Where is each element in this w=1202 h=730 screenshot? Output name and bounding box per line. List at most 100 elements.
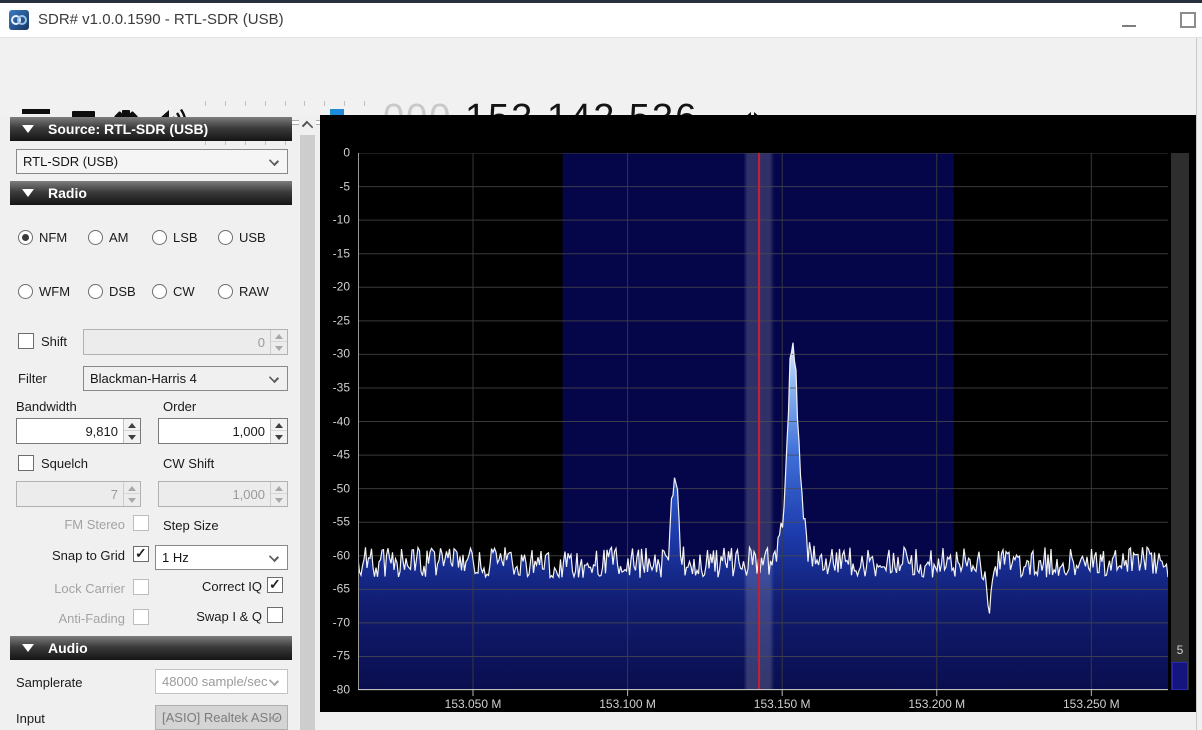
cw-shift-label: CW Shift	[163, 456, 215, 471]
app-icon	[9, 10, 29, 30]
spin-up-icon[interactable]	[124, 419, 140, 431]
radio-button-icon[interactable]	[152, 284, 167, 299]
db-tick-label: -80	[332, 682, 350, 697]
db-tick-label: -55	[332, 514, 350, 529]
snap-to-grid-label: Snap to Grid	[52, 548, 125, 563]
mode-radio-usb[interactable]: USB	[218, 230, 276, 247]
sidebar-scrollbar[interactable]	[299, 115, 316, 730]
order-spinner[interactable]	[270, 419, 287, 443]
lock-carrier-label: Lock Carrier	[54, 581, 125, 596]
filter-select[interactable]: Blackman-Harris 4	[83, 366, 288, 391]
mode-radio-cw[interactable]: CW	[152, 284, 204, 301]
shift-checkbox[interactable]	[18, 333, 34, 349]
chevron-down-icon	[268, 551, 280, 563]
correct-iq-checkbox[interactable]	[267, 576, 283, 593]
audio-input-select[interactable]: [ASIO] Realtek ASIO	[155, 705, 288, 730]
radio-button-icon[interactable]	[218, 284, 233, 299]
radio-button-icon[interactable]	[152, 230, 167, 245]
radio-button-icon[interactable]	[88, 284, 103, 299]
shift-spinner	[270, 330, 287, 354]
order-value[interactable]: 1,000	[232, 424, 265, 439]
minimize-button[interactable]	[1108, 3, 1148, 35]
source-panel-title: Source: RTL-SDR (USB)	[48, 121, 209, 137]
bandwidth-spinner[interactable]	[123, 419, 140, 443]
spectrum-db-axis: 0 -5 -10 -15 -20 -25 -30 -35 -40 -45 -50 -55 -60 -65 -…	[320, 145, 353, 696]
window-title: SDR# v1.0.0.1590 - RTL-SDR (USB)	[38, 11, 284, 28]
shift-label: Shift	[41, 334, 68, 349]
spin-down-icon[interactable]	[124, 431, 140, 443]
squelch-label: Squelch	[41, 456, 88, 471]
mode-radio-lsb[interactable]: LSB	[152, 230, 208, 247]
radio-button-icon[interactable]	[18, 284, 33, 299]
bandwidth-value[interactable]: 9,810	[85, 424, 118, 439]
zoom-slider-thumb[interactable]	[1172, 662, 1188, 690]
db-tick-label: -5	[339, 178, 350, 193]
frequency-tick-label: 153.150 M	[753, 697, 811, 711]
mode-radio-am[interactable]: AM	[88, 230, 140, 247]
order-field[interactable]: 1,000	[158, 418, 288, 444]
source-device-select[interactable]: RTL-SDR (USB)	[16, 149, 288, 174]
scrollbar-thumb[interactable]	[300, 135, 315, 730]
db-tick-label: -45	[332, 447, 350, 462]
scrollbar-up-arrow-icon[interactable]	[299, 115, 316, 133]
radio-button-icon[interactable]	[88, 230, 103, 245]
db-tick-label: -50	[332, 480, 350, 495]
swap-iq-checkbox[interactable]	[267, 607, 283, 623]
cw-shift-spinner	[270, 482, 287, 506]
collapse-triangle-icon	[22, 644, 34, 652]
spectrum-zoom-slider[interactable]: 5	[1171, 153, 1189, 690]
samplerate-value: 48000 sample/sec	[162, 674, 268, 689]
titlebar: SDR# v1.0.0.1590 - RTL-SDR (USB)	[0, 3, 1202, 38]
spin-up-icon	[124, 482, 140, 494]
spin-down-icon	[271, 342, 287, 354]
db-tick-label: -30	[332, 346, 350, 361]
cw-shift-value: 1,000	[232, 487, 265, 502]
spin-up-icon[interactable]	[271, 419, 287, 431]
mode-label: USB	[239, 230, 266, 245]
mode-radio-nfm[interactable]: NFM	[18, 230, 80, 247]
mode-radio-wfm[interactable]: WFM	[18, 284, 80, 301]
squelch-value: 7	[110, 487, 118, 502]
frequency-tick-label: 153.250 M	[1062, 697, 1120, 711]
fm-stereo-label: FM Stereo	[64, 517, 125, 532]
maximize-button[interactable]	[1166, 3, 1202, 35]
mode-label: NFM	[39, 230, 68, 245]
audio-panel-header[interactable]: Audio	[10, 636, 292, 660]
bandwidth-field[interactable]: 9,810	[16, 418, 141, 444]
order-label: Order	[163, 399, 197, 414]
collapse-triangle-icon	[22, 189, 34, 197]
spin-down-icon[interactable]	[271, 431, 287, 443]
db-tick-label: -65	[332, 581, 350, 596]
radio-button-icon[interactable]	[218, 230, 233, 245]
spin-up-icon	[271, 330, 287, 342]
cw-shift-field: 1,000	[158, 481, 288, 507]
squelch-checkbox[interactable]	[18, 455, 34, 471]
zoom-slider-value: 5	[1176, 643, 1184, 657]
mode-radio-dsb[interactable]: DSB	[88, 284, 144, 301]
db-tick-label: -15	[332, 245, 350, 260]
db-tick-label: 0	[343, 145, 350, 160]
mode-label: DSB	[109, 284, 136, 299]
mode-label: LSB	[173, 230, 198, 245]
spin-down-icon	[124, 494, 140, 506]
spectrum-display[interactable]: 0 -5 -10 -15 -20 -25 -30 -35 -40 -45 -50 -55 -60 -65 -…	[320, 115, 1196, 712]
mode-radio-raw[interactable]: RAW	[218, 284, 276, 301]
audio-panel-title: Audio	[48, 640, 88, 656]
correct-iq-label: Correct IQ	[202, 579, 262, 594]
collapse-triangle-icon	[22, 125, 34, 133]
radio-panel-header[interactable]: Radio	[10, 181, 292, 205]
chevron-down-icon	[268, 155, 280, 167]
anti-fading-label: Anti-Fading	[58, 611, 125, 626]
snap-to-grid-checkbox[interactable]	[133, 545, 149, 562]
chevron-down-icon	[268, 372, 280, 384]
mode-label: CW	[173, 284, 195, 299]
radio-button-icon[interactable]	[18, 230, 33, 245]
db-tick-label: -75	[332, 648, 350, 663]
radio-panel-title: Radio	[48, 185, 87, 201]
step-size-select[interactable]: 1 Hz	[155, 545, 288, 570]
source-panel-header[interactable]: Source: RTL-SDR (USB)	[10, 117, 292, 141]
db-tick-label: -20	[332, 279, 350, 294]
spectrum-plot[interactable]	[358, 153, 1168, 697]
shift-field: 0	[83, 329, 288, 355]
samplerate-select[interactable]: 48000 sample/sec	[155, 669, 288, 694]
